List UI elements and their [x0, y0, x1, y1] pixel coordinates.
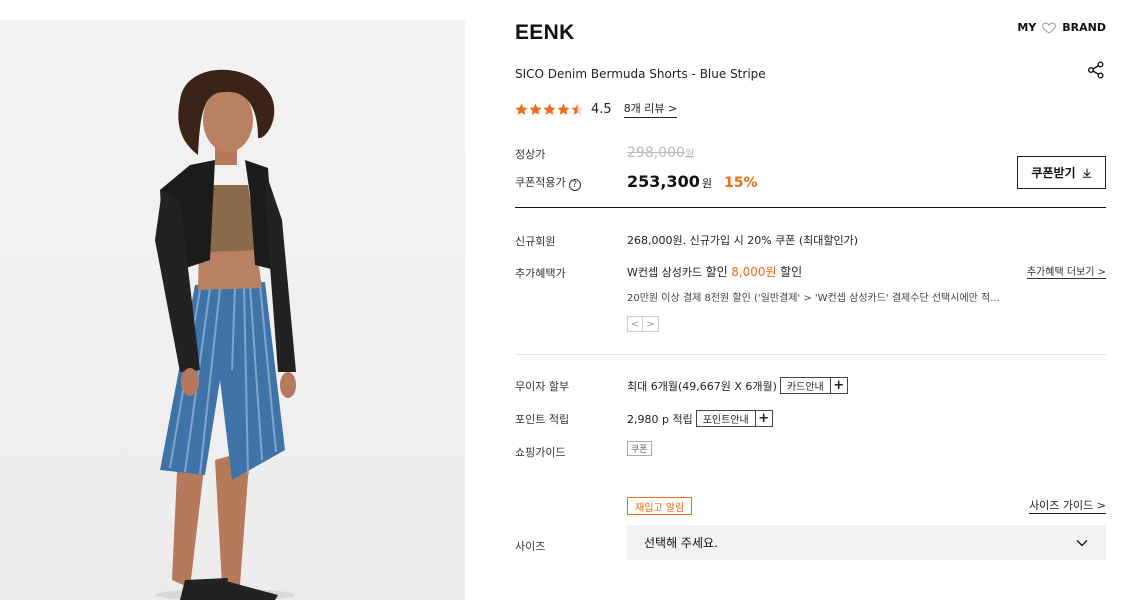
size-select-placeholder: 선택해 주세요.	[644, 536, 718, 550]
regular-price-value: 298,000	[627, 145, 685, 161]
extra-benefit-label: 추가혜택가	[515, 267, 566, 280]
heart-icon[interactable]	[1042, 22, 1057, 34]
top-links: MY BRAND	[1017, 21, 1106, 34]
model-illustration	[155, 69, 296, 600]
more-benefits-link[interactable]: 추가혜택 더보기 >	[1026, 263, 1106, 279]
star-icon	[529, 103, 542, 115]
star-icon	[543, 103, 556, 115]
points-info-plus-button[interactable]: +	[755, 410, 773, 427]
benefit-pager: < >	[627, 316, 659, 332]
extra-benefit-note: 20만원 이상 결제 8천원 할인 ('일반결제' > 'W컨셉 삼성카드' 결…	[627, 293, 1000, 304]
my-link[interactable]: MY	[1017, 21, 1036, 34]
brand-link[interactable]: BRAND	[1062, 21, 1106, 34]
share-icon[interactable]	[1087, 61, 1105, 79]
points-value: 2,980 p 적립	[627, 412, 693, 426]
extra-discount-suffix: 할인	[780, 265, 803, 279]
regular-price-label: 정상가	[515, 148, 546, 161]
get-coupon-label: 쿠폰받기	[1031, 166, 1076, 180]
discount-rate: 15%	[724, 175, 758, 191]
star-icon	[515, 103, 528, 115]
download-icon	[1082, 168, 1091, 178]
new-member-label: 신규회원	[515, 235, 556, 248]
size-label: 사이즈	[515, 540, 546, 553]
half-star-icon	[571, 103, 584, 115]
product-title: SICO Denim Bermuda Shorts - Blue Stripe	[515, 67, 766, 81]
review-count-link[interactable]: 8개 리뷰 >	[623, 100, 678, 118]
size-select[interactable]: 선택해 주세요.	[627, 525, 1106, 560]
coupon-tag: 쿠폰	[627, 441, 652, 456]
card-info-plus-button[interactable]: +	[830, 377, 848, 394]
benefit-divider	[515, 354, 1106, 355]
size-guide-link[interactable]: 사이즈 가이드 >	[1029, 497, 1106, 514]
extra-card-name: W컨셉 삼성카드	[627, 266, 703, 279]
installment-label: 무이자 할부	[515, 380, 570, 393]
chevron-down-icon	[1076, 539, 1088, 546]
price-divider	[515, 207, 1106, 208]
card-info-button[interactable]: 카드안내	[779, 377, 831, 394]
star-icon	[557, 103, 570, 115]
coupon-price-won: 원	[701, 177, 712, 190]
extra-benefit-line: W컨셉 삼성카드 할인 8,000원 할인	[627, 263, 802, 280]
shopping-guide-label: 쇼핑가이드	[515, 446, 566, 459]
pager-next-button[interactable]: >	[643, 316, 659, 332]
get-coupon-button[interactable]: 쿠폰받기	[1017, 156, 1106, 189]
installment-row: 최대 6개월(49,667원 X 6개월) 카드안내 +	[627, 377, 848, 394]
extra-discount-word: 할인	[705, 265, 728, 279]
rating-stars	[515, 103, 584, 116]
coupon-price-label-wrap: 쿠폰적용가?	[515, 174, 581, 191]
restock-alert-button[interactable]: 재입고 알림	[627, 497, 693, 515]
coupon-price-row: 253,300 원 15%	[627, 172, 758, 191]
rating-row: 4.5 8개 리뷰 >	[515, 100, 678, 118]
installment-value: 최대 6개월(49,667원 X 6개월)	[627, 379, 777, 393]
product-image	[0, 20, 465, 600]
help-icon[interactable]: ?	[568, 179, 581, 191]
regular-price: 298,000원	[627, 145, 694, 161]
extra-discount-amount: 8,000원	[731, 265, 777, 279]
coupon-price-value: 253,300	[627, 172, 700, 191]
brand-name[interactable]: EENK	[515, 21, 575, 45]
points-row: 2,980 p 적립 포인트안내 +	[627, 410, 773, 427]
pager-prev-button[interactable]: <	[627, 316, 643, 332]
points-info-button[interactable]: 포인트안내	[695, 410, 756, 427]
coupon-price-label: 쿠폰적용가	[515, 176, 566, 189]
rating-value: 4.5	[591, 101, 612, 117]
regular-price-won: 원	[684, 149, 695, 160]
points-label: 포인트 적립	[515, 413, 570, 426]
new-member-value: 268,000원. 신규가입 시 20% 쿠폰 (최대할인가)	[627, 234, 859, 247]
